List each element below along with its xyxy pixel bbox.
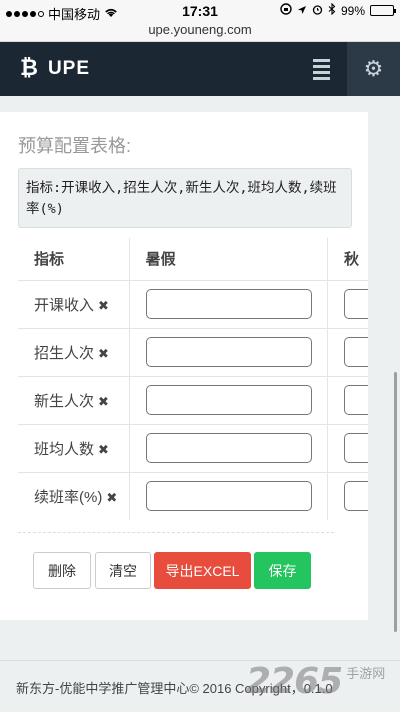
autumn-value-input[interactable] <box>343 433 368 463</box>
summer-value-input[interactable] <box>145 289 312 319</box>
watermark-text: 手游网 <box>346 666 386 681</box>
export-excel-button[interactable]: 导出EXCEL <box>154 552 251 589</box>
autumn-value-input[interactable] <box>343 385 368 415</box>
brand[interactable]: ₿ UPE <box>20 58 90 80</box>
watermark-logo: 2265 手游网 <box>246 660 396 700</box>
table-row: 续班率(%) ✖ <box>18 471 368 520</box>
summer-value-input[interactable] <box>145 433 312 463</box>
bluetooth-icon <box>328 2 336 18</box>
autumn-value-input[interactable] <box>343 289 368 319</box>
table-row: 新生人次 ✖ <box>18 375 368 424</box>
watermark-number: 2265 <box>246 661 343 702</box>
panel-title: 预算配置表格: <box>18 136 132 156</box>
row-label: 新生人次 <box>34 392 95 410</box>
alarm-icon <box>312 4 323 18</box>
header-autumn: 秋 <box>343 251 359 269</box>
top-navbar: ₿ UPE ⚙ <box>0 42 400 96</box>
rotation-lock-icon <box>280 3 292 18</box>
indicator-info-box: 指标:开课收入,招生人次,新生人次,班均人数,续班率(%) <box>18 168 352 228</box>
remove-row-icon[interactable]: ✖ <box>98 443 109 458</box>
gear-icon: ⚙ <box>363 56 384 82</box>
url-text: upe.youneng.com <box>148 22 252 37</box>
table-row: 开课收入 ✖ <box>18 279 368 328</box>
remove-row-icon[interactable]: ✖ <box>98 299 109 314</box>
budget-table: 指标 暑假 秋 开课收入 ✖ 招生人次 ✖ 新生人次 ✖ 班均人数 ✖ 续班率(… <box>18 238 368 520</box>
budget-config-panel: 预算配置表格: 指标:开课收入,招生人次,新生人次,班均人数,续班率(%) 指标… <box>0 112 368 620</box>
url-bar[interactable]: upe.youneng.com <box>0 22 400 42</box>
brand-name: UPE <box>47 58 91 79</box>
bitcoin-logo-icon: ₿ <box>20 56 38 81</box>
battery-percent: 99% <box>340 3 365 18</box>
location-icon <box>297 4 307 18</box>
autumn-value-input[interactable] <box>343 481 368 512</box>
row-label: 开课收入 <box>34 296 95 314</box>
summer-value-input[interactable] <box>145 385 312 415</box>
save-button[interactable]: 保存 <box>254 552 311 589</box>
battery-icon <box>370 5 396 16</box>
table-row: 招生人次 ✖ <box>18 327 368 376</box>
autumn-value-input[interactable] <box>343 337 368 367</box>
settings-button[interactable]: ⚙ <box>347 42 400 96</box>
remove-row-icon[interactable]: ✖ <box>98 347 109 362</box>
remove-row-icon[interactable]: ✖ <box>98 395 109 410</box>
header-summer: 暑假 <box>129 238 328 280</box>
divider <box>18 532 334 533</box>
table-row: 班均人数 ✖ <box>18 423 368 472</box>
table-header-row: 指标 暑假 秋 <box>18 238 368 280</box>
menu-toggle-button[interactable] <box>296 42 346 96</box>
status-bar: 中国移动 17:31 99% <box>0 0 400 22</box>
row-label: 招生人次 <box>34 344 95 362</box>
summer-value-input[interactable] <box>145 481 312 512</box>
header-indicator: 指标 <box>18 238 130 280</box>
summer-value-input[interactable] <box>145 337 312 367</box>
row-label: 班均人数 <box>34 440 95 458</box>
remove-row-icon[interactable]: ✖ <box>106 491 117 506</box>
clear-button[interactable]: 清空 <box>95 552 151 589</box>
scrollbar[interactable] <box>394 372 397 632</box>
bars-icon <box>312 58 330 80</box>
delete-button[interactable]: 删除 <box>33 552 91 589</box>
row-label: 续班率(%) <box>34 488 103 506</box>
